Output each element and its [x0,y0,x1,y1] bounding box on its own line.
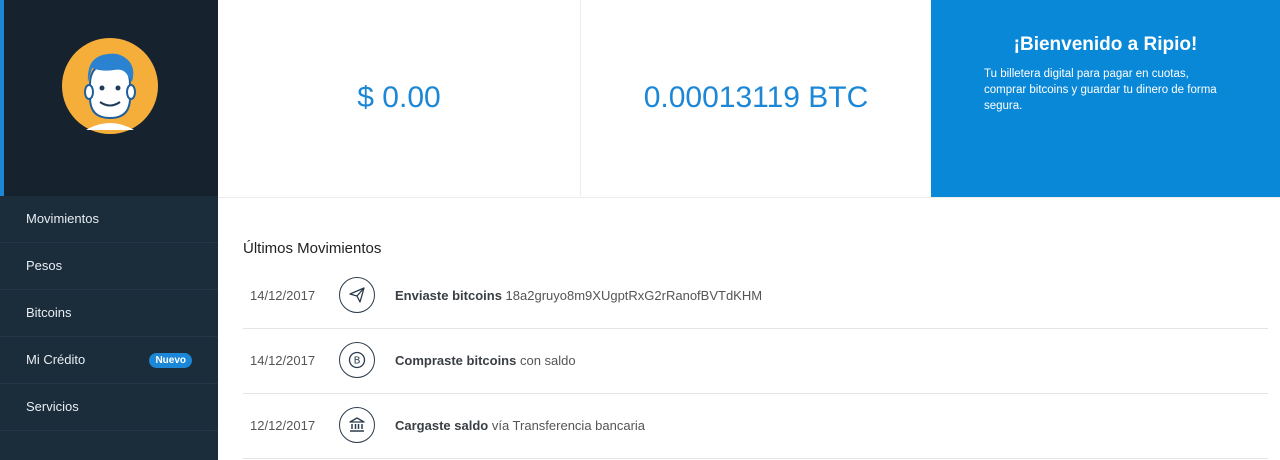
avatar[interactable] [62,38,158,134]
pesos-balance: $ 0.00 [218,0,581,196]
welcome-title: ¡Bienvenido a Ripio! [1013,34,1198,55]
bitcoin-icon: B [339,342,375,378]
list-item[interactable]: 12/12/2017 Cargaste saldo vía Transferen… [243,394,1268,459]
movement-detail: 18a2gruyo8m9XUgptRxG2rRanofBVTdKHM [505,288,763,303]
list-item[interactable]: 14/12/2017 Enviaste bitcoins 18a2gruyo8m… [243,264,1268,329]
sidebar: Movimientos Pesos Bitcoins Mi Crédito Nu… [0,0,218,460]
sidebar-item-mi-credito[interactable]: Mi Crédito Nuevo [0,337,218,384]
movement-action: Compraste bitcoins [395,353,517,368]
movement-description: Compraste bitcoins con saldo [395,329,576,393]
sidebar-item-servicios[interactable]: Servicios [0,384,218,431]
movement-date: 14/12/2017 [250,288,316,303]
sidebar-item-label: Bitcoins [26,305,72,320]
sidebar-item-label: Servicios [26,399,79,414]
sidebar-item-label: Pesos [26,258,63,273]
sidebar-item-label: Movimientos [26,211,99,226]
movement-detail: con saldo [519,353,576,368]
bitcoin-balance-value: 0.00013119 BTC [643,81,869,114]
send-icon [339,277,375,313]
movement-description: Enviaste bitcoins 18a2gruyo8m9XUgptRxG2r… [395,264,762,328]
sidebar-item-label: Mi Crédito [26,352,86,367]
movement-action: Enviaste bitcoins [395,288,502,303]
welcome-panel: ¡Bienvenido a Ripio! Tu billetera digita… [931,0,1280,197]
sidebar-item-pesos[interactable]: Pesos [0,243,218,290]
list-item[interactable]: 14/12/2017 B Compraste bitcoins con sald… [243,329,1268,394]
movement-action: Cargaste saldo [395,418,489,433]
pesos-balance-value: $ 0.00 [357,81,441,114]
divider [218,197,1280,198]
active-accent [0,0,4,196]
movements-title: Últimos Movimientos [243,240,382,257]
movement-date: 12/12/2017 [250,418,316,433]
movement-date: 14/12/2017 [250,353,316,368]
bitcoin-balance: 0.00013119 BTC [581,0,931,196]
movements-list: 14/12/2017 Enviaste bitcoins 18a2gruyo8m… [243,264,1268,459]
bank-icon [339,407,375,443]
sidebar-nav: Movimientos Pesos Bitcoins Mi Crédito Nu… [0,196,218,431]
movement-description: Cargaste saldo vía Transferencia bancari… [395,394,645,458]
sidebar-item-bitcoins[interactable]: Bitcoins [0,290,218,337]
profile-area [0,0,218,196]
sidebar-item-movimientos[interactable]: Movimientos [0,196,218,243]
welcome-text: Tu billetera digital para pagar en cuota… [984,68,1217,112]
new-badge: Nuevo [149,353,192,368]
movement-detail: vía Transferencia bancaria [491,418,646,433]
svg-text:B: B [354,356,361,367]
